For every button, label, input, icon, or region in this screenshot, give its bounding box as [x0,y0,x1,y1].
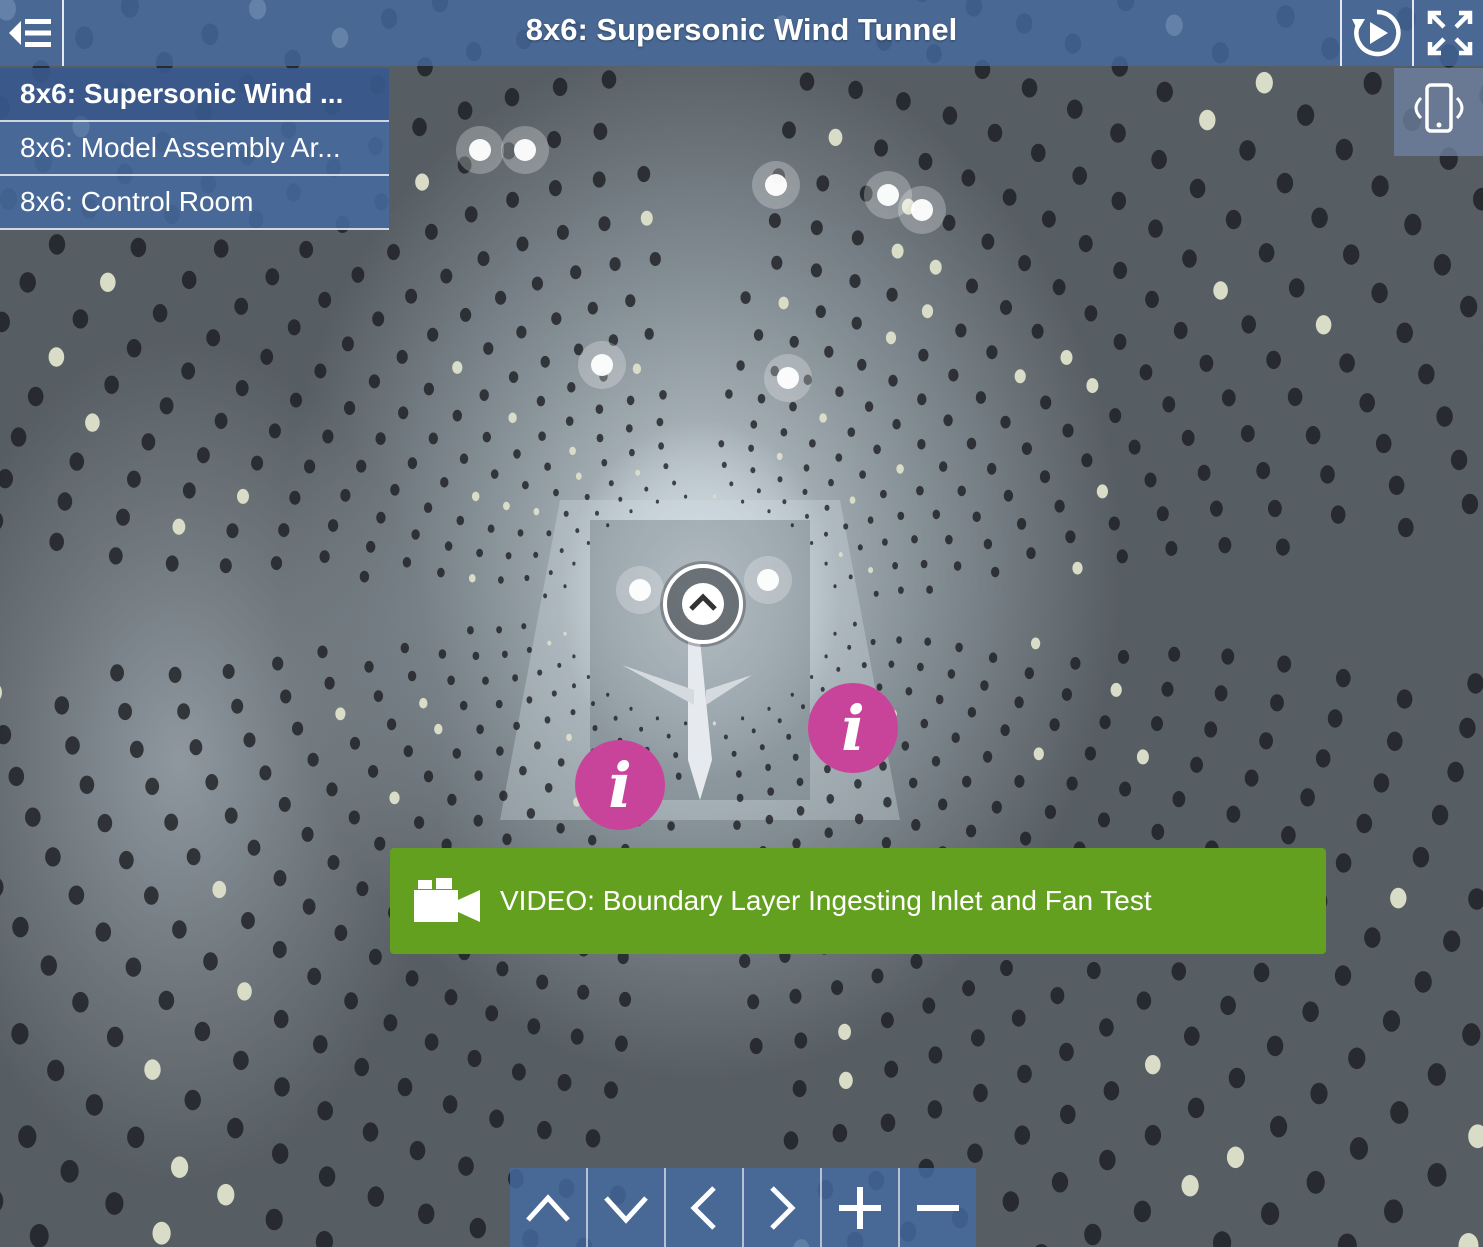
video-title: VIDEO: Boundary Layer Ingesting Inlet an… [500,885,1152,916]
zoom-out-button[interactable] [900,1168,976,1247]
menu-toggle-button[interactable] [0,0,64,66]
autoplay-rotate-icon [1352,9,1401,57]
fullscreen-icon [1427,10,1472,56]
video-camera-icon [414,878,480,922]
navigation-controls [510,1168,976,1247]
look-up-button[interactable] [510,1168,588,1247]
plus-icon [839,1186,881,1229]
header-bar: 8x6: Supersonic Wind Tunnel [0,0,1483,66]
video-hotspot-banner[interactable]: VIDEO: Boundary Layer Ingesting Inlet an… [390,848,1326,954]
page-title: 8x6: Supersonic Wind Tunnel [525,12,958,47]
chevron-left-icon [690,1185,716,1230]
look-down-button[interactable] [588,1168,666,1247]
chevron-up-icon [526,1193,570,1222]
zoom-in-button[interactable] [822,1168,900,1247]
chevron-down-icon [604,1195,648,1224]
scene-item-model-assembly[interactable]: 8x6: Model Assembly Ar... [0,122,389,176]
gyro-button[interactable] [1394,68,1483,156]
info-hotspot[interactable]: i [808,683,898,773]
chevron-right-icon [770,1185,796,1230]
gyro-phone-icon [1414,83,1463,133]
scene-item-supersonic-wind-tunnel[interactable]: 8x6: Supersonic Wind ... [0,68,389,122]
scene-list: 8x6: Supersonic Wind ... 8x6: Model Asse… [0,68,389,230]
autoplay-button[interactable] [1340,0,1412,66]
forward-nav-hotspot[interactable] [663,564,743,644]
info-hotspot[interactable]: i [575,740,665,830]
chevron-up-icon [682,583,724,625]
minus-icon [917,1204,959,1211]
look-left-button[interactable] [666,1168,744,1247]
fullscreen-button[interactable] [1412,0,1483,66]
scene-item-control-room[interactable]: 8x6: Control Room [0,176,389,230]
menu-collapse-icon [9,19,51,47]
look-right-button[interactable] [744,1168,822,1247]
